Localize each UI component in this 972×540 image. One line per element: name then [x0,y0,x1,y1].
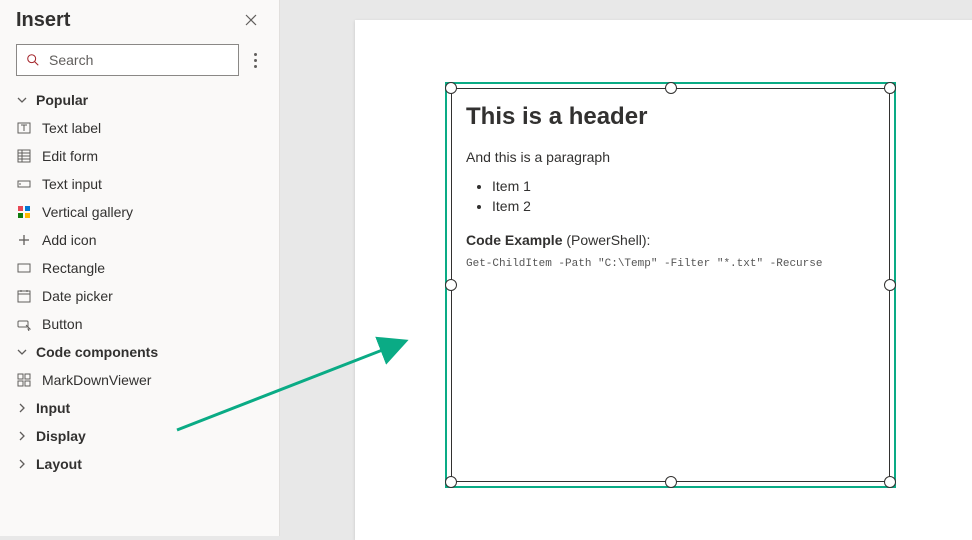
section-label: Code components [36,344,158,360]
section-popular[interactable]: Popular [0,86,279,114]
more-options-icon[interactable] [247,48,263,72]
item-label: Rectangle [42,260,105,276]
canvas-page[interactable]: This is a header And this is a paragraph… [355,20,972,540]
canvas-area: This is a header And this is a paragraph… [280,0,972,536]
item-vertical-gallery[interactable]: Vertical gallery [0,198,279,226]
item-add-icon[interactable]: Add icon [0,226,279,254]
resize-handle[interactable] [884,476,896,488]
list-item: Item 1 [492,177,875,197]
markdownviewer-control[interactable]: This is a header And this is a paragraph… [451,88,890,482]
section-label: Popular [36,92,88,108]
chevron-right-icon [16,402,28,414]
chevron-right-icon [16,458,28,470]
button-icon [16,316,32,332]
item-text-label[interactable]: Text label [0,114,279,142]
item-label: Add icon [42,232,96,248]
item-label: Date picker [42,288,113,304]
component-icon [16,372,32,388]
resize-handle[interactable] [665,82,677,94]
selection-outline: This is a header And this is a paragraph… [445,82,896,488]
item-label: MarkDownViewer [42,372,151,388]
search-input[interactable] [49,52,230,68]
item-markdownviewer[interactable]: MarkDownViewer [0,366,279,394]
section-layout[interactable]: Layout [0,450,279,478]
item-label: Text input [42,176,102,192]
resize-handle[interactable] [445,279,457,291]
section-display[interactable]: Display [0,422,279,450]
search-icon [25,52,41,68]
panel-header: Insert [0,0,279,38]
rectangle-icon [16,260,32,276]
item-edit-form[interactable]: Edit form [0,142,279,170]
preview-list: Item 1 Item 2 [466,177,875,216]
item-label: Button [42,316,82,332]
vertical-gallery-icon [16,204,32,220]
section-input[interactable]: Input [0,394,279,422]
search-row [0,38,279,86]
chevron-down-icon [16,346,28,358]
item-rectangle[interactable]: Rectangle [0,254,279,282]
preview-paragraph: And this is a paragraph [466,149,875,165]
chevron-right-icon [16,430,28,442]
plus-icon [16,232,32,248]
calendar-icon [16,288,32,304]
resize-handle[interactable] [445,476,457,488]
item-button[interactable]: Button [0,310,279,338]
item-label: Text label [42,120,101,136]
search-box[interactable] [16,44,239,76]
resize-handle[interactable] [884,82,896,94]
insert-tree: Popular Text label Edit form Text input [0,86,279,536]
preview-header: This is a header [466,103,875,131]
section-code-components[interactable]: Code components [0,338,279,366]
resize-handle[interactable] [445,82,457,94]
item-label: Edit form [42,148,98,164]
item-label: Vertical gallery [42,204,133,220]
edit-form-icon [16,148,32,164]
text-label-icon [16,120,32,136]
panel-title: Insert [16,9,70,32]
item-text-input[interactable]: Text input [0,170,279,198]
preview-code: Get-ChildItem -Path "C:\Temp" -Filter "*… [466,258,875,270]
section-label: Input [36,400,70,416]
text-input-icon [16,176,32,192]
item-date-picker[interactable]: Date picker [0,282,279,310]
chevron-down-icon [16,94,28,106]
section-label: Display [36,428,86,444]
close-icon[interactable] [239,8,263,32]
resize-handle[interactable] [884,279,896,291]
preview-code-label: Code Example (PowerShell): [466,232,875,248]
insert-panel: Insert Popular Text label [0,0,280,536]
section-label: Layout [36,456,82,472]
list-item: Item 2 [492,197,875,217]
resize-handle[interactable] [665,476,677,488]
